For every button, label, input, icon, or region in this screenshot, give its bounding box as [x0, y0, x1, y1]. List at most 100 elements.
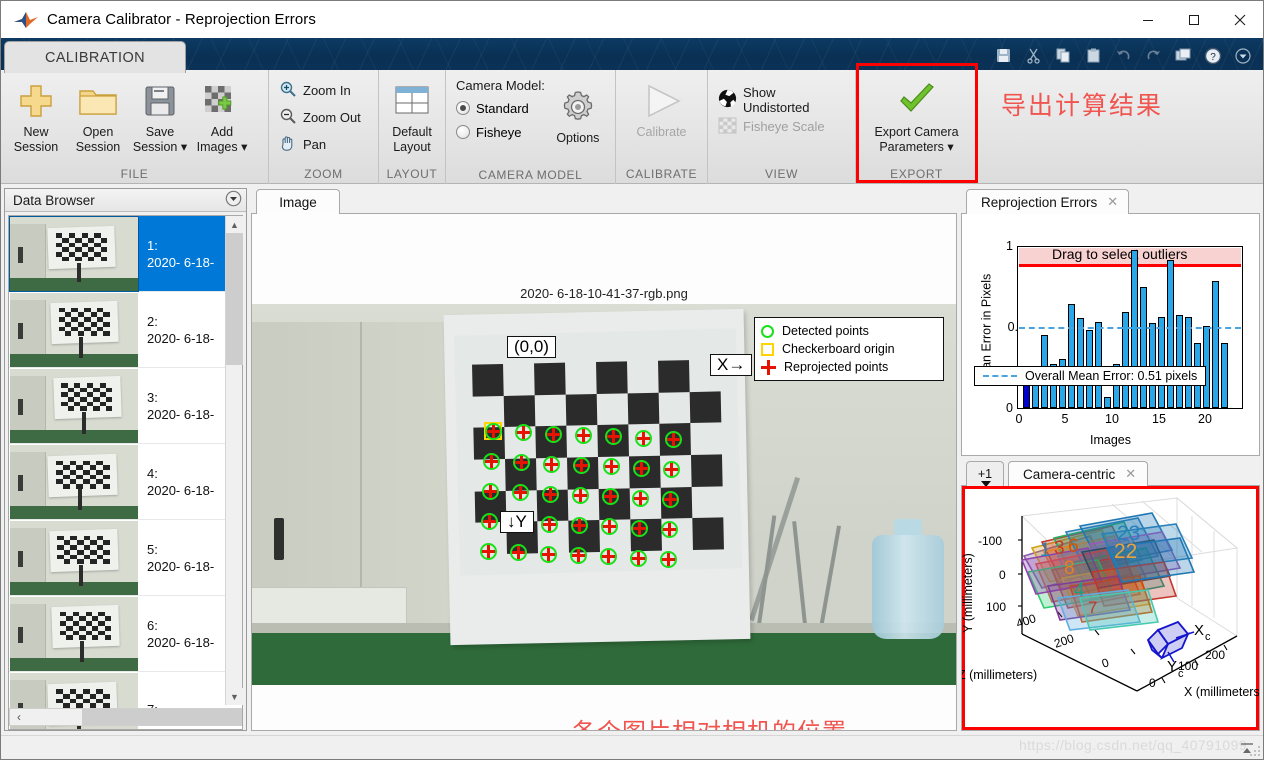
bar-6[interactable] — [1068, 304, 1075, 408]
copy-icon[interactable] — [1049, 43, 1077, 69]
show-undistorted-button[interactable]: Show Undistorted — [712, 85, 851, 115]
ribbon-group-zoom: Zoom In Zoom Out Pan ZOOM — [269, 70, 379, 184]
bar-19[interactable] — [1185, 317, 1192, 408]
tab-strip-fill — [340, 189, 957, 214]
close-button[interactable] — [1217, 1, 1263, 38]
list-item[interactable]: 1: 2020- 6-18- — [9, 216, 227, 292]
default-layout-button[interactable]: Default Layout — [383, 74, 441, 160]
help-icon[interactable]: ? — [1199, 43, 1227, 69]
radio-standard-icon — [456, 101, 470, 115]
zoom-in-button[interactable]: Zoom In — [273, 77, 357, 104]
floppy-icon — [142, 79, 178, 123]
export-label-1: Export Camera — [874, 125, 959, 139]
maximize-button[interactable] — [1171, 1, 1217, 38]
photo-water-bottle — [872, 535, 944, 639]
list-item[interactable]: 2: 2020- 6-18- — [9, 292, 227, 368]
options-label: Options — [556, 131, 600, 145]
plot3d-x-tick: 200 — [1205, 648, 1226, 662]
yellow-square-icon — [761, 342, 774, 356]
pan-button[interactable]: Pan — [273, 131, 332, 158]
close-icon[interactable]: ✕ — [1107, 194, 1118, 210]
save-session-button[interactable]: Save Session ▾ — [129, 74, 191, 160]
reprojection-bar-chart[interactable]: Mean Error in Pixels 1 0.5 0 Drag to sel… — [962, 214, 1259, 455]
tab-camera-centric[interactable]: Camera-centric ✕ — [1008, 461, 1148, 486]
list-item-name: 2020- 6-18- — [147, 406, 215, 422]
zoom-in-label: Zoom In — [303, 83, 351, 98]
list-item[interactable]: 5: 2020- 6-18- — [9, 520, 227, 596]
reprojection-tab-strip: Reprojection Errors ✕ — [961, 188, 1260, 214]
plot3d-board-label: 8 — [1064, 558, 1075, 579]
close-icon[interactable]: ✕ — [1125, 466, 1136, 482]
fisheye-scale-button[interactable]: Fisheye Scale — [712, 113, 831, 140]
layout-window-icon[interactable] — [1169, 43, 1197, 69]
extrinsics-3d-plot[interactable]: Y (millimeters) -100 0 100 400 200 0 Z (… — [962, 486, 1259, 730]
matlab-logo-icon — [13, 9, 39, 31]
add-images-button[interactable]: Add Images ▾ — [191, 74, 253, 160]
bar-7[interactable] — [1077, 318, 1084, 408]
image-legend: Detected points Checkerboard origin Repr… — [754, 317, 944, 381]
thumbnail — [10, 293, 138, 367]
bar-10[interactable] — [1104, 397, 1111, 408]
open-session-button[interactable]: Open Session — [67, 74, 129, 160]
tab-image[interactable]: Image — [256, 189, 340, 214]
zoom-out-button[interactable]: Zoom Out — [273, 104, 367, 131]
tab-calibration[interactable]: CALIBRATION — [4, 41, 186, 73]
cut-icon[interactable] — [1019, 43, 1047, 69]
tab-strip-fill — [1148, 461, 1260, 486]
plot3d-y-axis-label: Y (millimeters) — [961, 553, 975, 634]
radio-fisheye[interactable]: Fisheye — [456, 120, 545, 144]
thumbnail — [10, 521, 138, 595]
bar-22[interactable] — [1212, 281, 1219, 408]
work-area: Data Browser 1: 2020- 6-18- 2: 2020- 6-1… — [1, 185, 1263, 737]
application-window: Camera Calibrator - Reprojection Errors … — [0, 0, 1264, 760]
scroll-track-horizontal[interactable] — [28, 709, 242, 725]
scroll-down-button[interactable]: ▼ — [226, 688, 243, 705]
chevron-down-icon[interactable] — [1229, 43, 1257, 69]
fisheye-scale-label: Fisheye Scale — [743, 119, 825, 134]
browser-vertical-scrollbar[interactable]: ▲ ▼ — [225, 216, 243, 705]
watermark-text: https://blog.csdn.net/qq_40791099 — [1018, 737, 1247, 753]
options-button[interactable]: Options — [547, 80, 609, 166]
list-item[interactable]: 4: 2020- 6-18- — [9, 444, 227, 520]
new-session-button[interactable]: New Session — [5, 74, 67, 160]
outlier-threshold-line[interactable] — [1019, 264, 1241, 267]
checkerball-icon — [718, 89, 737, 111]
scroll-left-button[interactable]: ‹ — [10, 710, 28, 724]
list-item-name: 2020- 6-18- — [147, 482, 215, 498]
open-session-label-2: Session — [75, 140, 121, 154]
plot3d-board-label: 1 — [1040, 540, 1051, 561]
tab-reprojection-errors[interactable]: Reprojection Errors ✕ — [966, 189, 1130, 214]
collapse-ribbon-icon[interactable] — [1239, 741, 1255, 757]
radio-standard[interactable]: Standard — [456, 96, 545, 120]
image-canvas[interactable]: 2020- 6-18-10-41-37-rgb.png (0,0) X→ ↓Y … — [251, 214, 957, 731]
list-item[interactable]: 3: 2020- 6-18- — [9, 368, 227, 444]
scroll-thumb-horizontal[interactable] — [82, 709, 242, 725]
tab-overflow-indicator[interactable]: +1 — [966, 461, 1004, 487]
list-item-index: 4: — [147, 465, 158, 481]
green-circle-icon — [761, 324, 774, 338]
bar-14[interactable] — [1140, 287, 1147, 408]
legend-label: Detected points — [782, 324, 869, 338]
data-browser-list[interactable]: 1: 2020- 6-18- 2: 2020- 6-18- 3: 2020- 6… — [8, 215, 243, 730]
chevron-down-circle-icon[interactable] — [225, 190, 242, 210]
calibrate-button[interactable]: Calibrate — [631, 74, 693, 160]
overall-mean-error-line — [1019, 327, 1241, 329]
x-axis-annotation: X→ — [710, 354, 753, 376]
list-item-caption: 6: 2020- 6-18- — [139, 596, 227, 671]
bar-16[interactable] — [1158, 317, 1165, 408]
list-item-index: 3: — [147, 389, 158, 405]
scroll-up-button[interactable]: ▲ — [226, 216, 243, 233]
save-icon[interactable] — [989, 43, 1017, 69]
bar-23[interactable] — [1221, 343, 1228, 408]
browser-horizontal-scrollbar[interactable]: ‹ › — [9, 708, 242, 726]
bar-9[interactable] — [1095, 322, 1102, 408]
paste-icon[interactable] — [1079, 43, 1107, 69]
list-item[interactable]: 6: 2020- 6-18- — [9, 596, 227, 672]
camera-centric-plot-body[interactable]: Y (millimeters) -100 0 100 400 200 0 Z (… — [961, 486, 1260, 731]
minimize-button[interactable] — [1125, 1, 1171, 38]
play-icon — [639, 79, 685, 123]
reprojection-chart-body[interactable]: Mean Error in Pixels 1 0.5 0 Drag to sel… — [961, 214, 1260, 456]
scroll-thumb-vertical[interactable] — [226, 233, 243, 365]
ribbon-group-title-export: EXPORT — [890, 167, 943, 181]
export-camera-parameters-button[interactable]: Export Camera Parameters ▾ — [862, 74, 972, 160]
